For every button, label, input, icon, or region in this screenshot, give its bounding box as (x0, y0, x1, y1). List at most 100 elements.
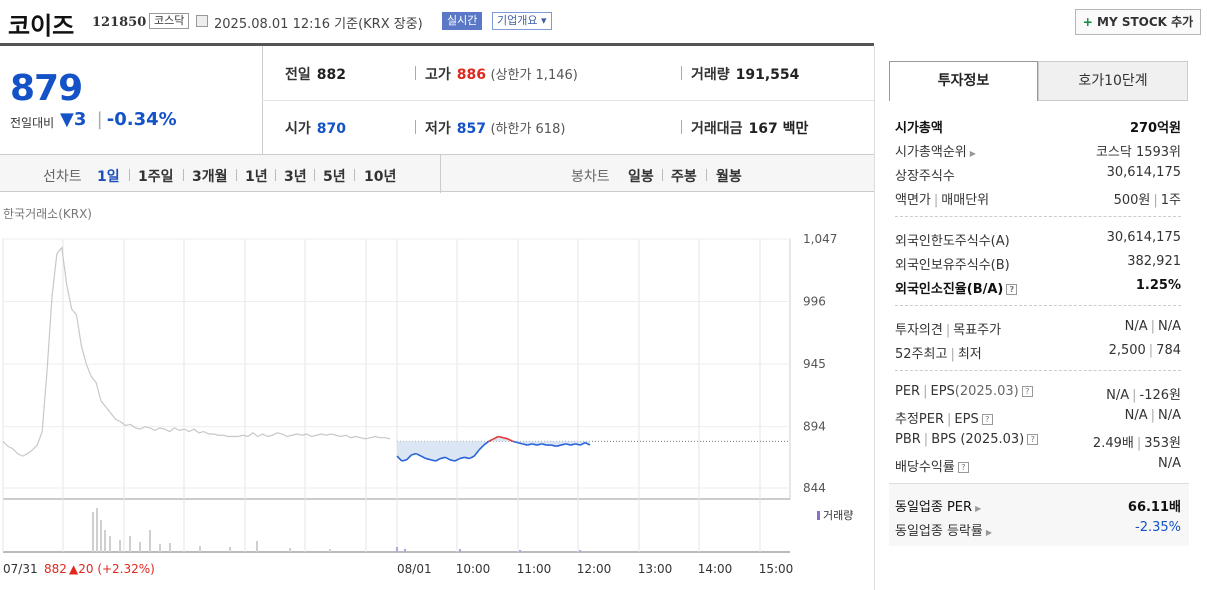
opinion-value-wrap: N/A | N/A (1125, 319, 1181, 334)
help-icon[interactable]: ? (1021, 386, 1033, 397)
add-my-stock-button[interactable]: + MY STOCK 추가 (1075, 9, 1201, 35)
candle-chart-label: 봉차트 (571, 169, 610, 185)
divider (895, 305, 1181, 306)
today-area (397, 436, 590, 462)
tab-weekly[interactable]: 주봉 (671, 166, 697, 186)
realtime-button[interactable]: 실시간 (442, 12, 483, 30)
industry-rate-value: -2.35% (1135, 520, 1181, 535)
volume-legend-swatch (817, 511, 820, 520)
52w-value-wrap: 2,500 | 784 (1109, 343, 1181, 358)
separator (706, 169, 707, 181)
separator (440, 155, 441, 193)
stat-prev: 전일 882 (285, 64, 346, 84)
panel-divider (874, 46, 875, 590)
row-foreign-limit: 외국인한도주식수(A) 30,614,175 (895, 230, 1181, 250)
chevron-right-icon: ▶ (975, 504, 982, 513)
row-industry-rate: 동일업종 등락률 ▶ -2.35% (895, 520, 1181, 540)
chevron-right-icon: ▶ (985, 528, 993, 537)
high-label: 고가 (425, 67, 451, 83)
dividend-value: N/A (1158, 456, 1181, 471)
opinion-value: N/A (1124, 319, 1148, 334)
tab-order-book[interactable]: 호가10단계 (1038, 61, 1188, 101)
separator: | (933, 193, 939, 208)
help-icon[interactable]: ? (1027, 434, 1039, 445)
row-dividend: 배당수익률? N/A (895, 456, 1181, 476)
industry-rate-label: 동일업종 등락률 (895, 524, 983, 539)
add-my-stock-label: MY STOCK 추가 (1092, 15, 1194, 29)
industry-rate-link[interactable]: 동일업종 등락률 ▶ (895, 520, 992, 539)
tab-1d[interactable]: 1일 (97, 166, 120, 186)
separator (415, 66, 416, 80)
row-face-value: 액면가 | 매매단위 500원 | 1주 (895, 189, 1181, 209)
tab-invest-info[interactable]: 투자정보 (889, 61, 1038, 101)
row-foreign-ratio: 외국인소진율(B/A)? 1.25% (895, 278, 1181, 298)
stock-name: 코이즈 (8, 12, 75, 40)
stat-volume: 거래량 191,554 (691, 64, 799, 84)
cap-rank-link[interactable]: 시가총액순위 ▶ (895, 141, 976, 160)
opinion-label: 투자의견 (895, 323, 943, 338)
tab-3m[interactable]: 3개월 (192, 166, 228, 186)
separator (183, 169, 184, 181)
help-icon[interactable]: ? (981, 414, 993, 425)
separator (662, 169, 663, 181)
industry-per-label: 동일업종 PER (895, 500, 973, 515)
face-value-value: 500원 (1113, 193, 1151, 208)
exchange-label: 한국거래소(KRX) (3, 207, 92, 221)
tab-1y[interactable]: 1년 (245, 166, 268, 186)
company-info-dropdown[interactable]: 기업개요 ▾ (492, 12, 552, 30)
tab-daily[interactable]: 일봉 (628, 166, 654, 186)
down-arrow-icon: ▼ (60, 109, 74, 130)
pbr-value: 2.49배 (1092, 436, 1134, 451)
feps-value: N/A (1158, 408, 1181, 423)
stat-high: 고가 886 (상한가 1,146) (425, 64, 578, 84)
stock-code: 121850 (92, 15, 147, 30)
foreign-ratio-label-wrap: 외국인소진율(B/A)? (895, 278, 1018, 297)
cap-rank-label: 시가총액순위 (895, 145, 967, 160)
bps-label: BPS (2025.03) (931, 432, 1025, 447)
fper-label-wrap: 추정PER | EPS? (895, 408, 993, 427)
stats-divider (262, 100, 874, 101)
x-tick-label: 14:00 (698, 562, 733, 576)
foreign-hold-value: 382,921 (1127, 254, 1181, 269)
pbr-value-wrap: 2.49배 | 353원 (1093, 432, 1181, 451)
row-shares: 상장주식수 30,614,175 (895, 165, 1181, 185)
intraday-chart: 1,047 996 945 894 844 07/31 08/01 10:00 11:00 12… (2, 232, 853, 576)
tab-monthly[interactable]: 월봉 (716, 166, 742, 186)
fper-value-wrap: N/A | N/A (1125, 408, 1181, 423)
tab-10y[interactable]: 10년 (364, 166, 396, 186)
chart-grid (2, 238, 791, 553)
y-tick-label: 1,047 (803, 232, 837, 246)
y-tick-label: 996 (803, 295, 826, 309)
fper-label: 추정PER (895, 412, 945, 427)
target-label: 목표주가 (953, 323, 1002, 338)
help-icon[interactable]: ? (957, 462, 969, 473)
row-fper: 추정PER | EPS? N/A | N/A (895, 408, 1181, 428)
industry-per-link[interactable]: 동일업종 PER ▶ (895, 496, 981, 515)
amount-value: 167 백만 (748, 121, 809, 137)
separator (236, 169, 237, 181)
amount-label: 거래대금 (691, 121, 743, 137)
feps-label: EPS (954, 412, 979, 427)
low-label: 저가 (425, 121, 451, 137)
stat-low: 저가 857 (하한가 618) (425, 118, 565, 138)
x-tick-label: 12:00 (577, 562, 612, 576)
tab-1w[interactable]: 1주일 (138, 166, 174, 186)
pbr-label-wrap: PBR | BPS (2025.03)? (895, 432, 1039, 447)
tab-3y[interactable]: 3년 (284, 166, 307, 186)
market-cap-value: 270억원 (1129, 121, 1181, 136)
chart-period-tabs: 선차트 1일 1주일 3개월 1년 3년 5년 10년 봉차트 일봉 주봉 월봉 (0, 154, 874, 193)
prev-day-line (2, 246, 391, 457)
52w-low-label: 최저 (957, 347, 982, 362)
separator: | (1132, 388, 1137, 403)
separator: | (947, 412, 952, 427)
x-tick-label: 07/31 (3, 562, 38, 576)
market-cap-label: 시가총액 (895, 121, 943, 136)
tab-5y[interactable]: 5년 (323, 166, 346, 186)
line-chart-label: 선차트 (43, 169, 82, 185)
opinion-label-wrap: 투자의견 | 목표주가 (895, 319, 1001, 338)
trade-unit-label: 매매단위 (941, 193, 990, 208)
help-icon[interactable]: ? (1006, 284, 1018, 295)
market-badge: 코스닥 (149, 13, 190, 29)
stat-open: 시가 870 (285, 118, 346, 138)
dividend-label: 배당수익률 (895, 460, 955, 475)
